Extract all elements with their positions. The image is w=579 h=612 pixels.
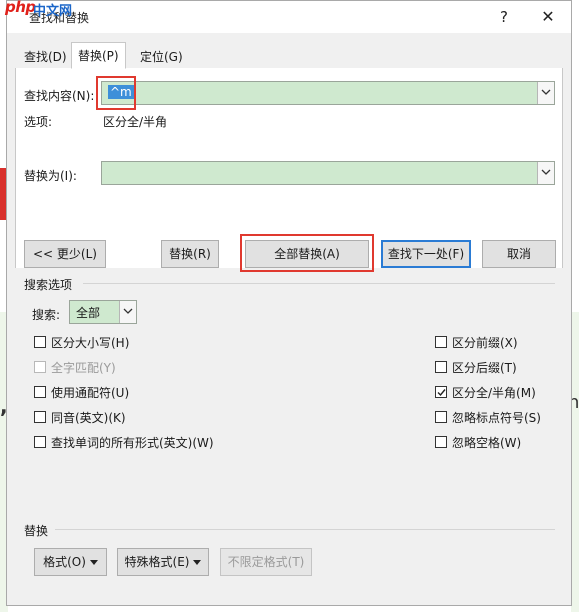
search-options-title: 搜索选项 bbox=[24, 278, 73, 292]
match-suffix-checkbox[interactable]: 区分后缀(T) bbox=[435, 359, 517, 375]
php-logo-icon: php bbox=[5, 0, 36, 16]
whole-word-checkbox: 全字匹配(Y) bbox=[34, 359, 116, 375]
find-combobox[interactable]: ^m bbox=[101, 81, 555, 105]
site-logo-text: 中文网 bbox=[33, 4, 73, 19]
cancel-button[interactable]: 取消 bbox=[482, 240, 556, 268]
find-next-button[interactable]: 查找下一处(F) bbox=[381, 240, 471, 268]
checkbox-box[interactable] bbox=[435, 436, 447, 448]
match-case-checkbox[interactable]: 区分大小写(H) bbox=[34, 334, 129, 350]
checkbox-box[interactable] bbox=[435, 386, 447, 398]
search-options-divider bbox=[83, 283, 555, 284]
checkbox-box[interactable] bbox=[435, 361, 447, 373]
caret-down-icon bbox=[89, 560, 98, 565]
replace-combobox[interactable] bbox=[101, 161, 555, 185]
replace-button[interactable]: 替换(R) bbox=[161, 240, 219, 268]
tab-find[interactable]: 查找(D) bbox=[17, 45, 74, 69]
special-format-button[interactable]: 特殊格式(E) bbox=[117, 548, 209, 576]
checkbox-box[interactable] bbox=[34, 386, 46, 398]
options-label: 选项: bbox=[24, 115, 53, 129]
search-direction-value: 全部 bbox=[76, 306, 101, 320]
wildcards-checkbox[interactable]: 使用通配符(U) bbox=[34, 384, 129, 400]
options-value: 区分全/半角 bbox=[103, 115, 168, 129]
find-label: 查找内容(N): bbox=[24, 89, 95, 103]
checkbox-box[interactable] bbox=[34, 436, 46, 448]
chevron-down-icon bbox=[541, 169, 551, 175]
find-highlight-box bbox=[96, 76, 136, 110]
close-button[interactable]: ✕ bbox=[533, 5, 563, 29]
ignore-punctuation-checkbox[interactable]: 忽略标点符号(S) bbox=[435, 409, 541, 425]
sounds-like-checkbox[interactable]: 同音(英文)(K) bbox=[34, 409, 126, 425]
chevron-down-icon bbox=[123, 308, 133, 314]
less-button[interactable]: << 更少(L) bbox=[24, 240, 106, 268]
no-formatting-button: 不限定格式(T) bbox=[220, 548, 312, 576]
background-document-right bbox=[571, 312, 579, 612]
checkbox-box[interactable] bbox=[435, 411, 447, 423]
replace-section-divider bbox=[55, 529, 555, 530]
search-direction-dropdown[interactable] bbox=[119, 301, 136, 323]
checkbox-box[interactable] bbox=[435, 336, 447, 348]
chevron-down-icon bbox=[541, 89, 551, 95]
replace-dropdown-button[interactable] bbox=[537, 162, 554, 184]
caret-down-icon bbox=[193, 560, 202, 565]
all-word-forms-checkbox[interactable]: 查找单词的所有形式(英文)(W) bbox=[34, 434, 214, 450]
checkmark-icon bbox=[437, 389, 446, 397]
search-direction-select[interactable]: 全部 bbox=[69, 300, 137, 324]
replace-all-highlight-box bbox=[240, 234, 374, 272]
checkbox-box[interactable] bbox=[34, 336, 46, 348]
find-replace-dialog: 查找和替换 php 中文网 ? ✕ 查找(D) 替换(P) 定位(G) 查找内容… bbox=[5, 0, 572, 606]
tab-replace[interactable]: 替换(P) bbox=[71, 42, 126, 69]
tab-goto[interactable]: 定位(G) bbox=[133, 45, 190, 69]
checkbox-box bbox=[34, 361, 46, 373]
match-prefix-checkbox[interactable]: 区分前缀(X) bbox=[435, 334, 518, 350]
format-button[interactable]: 格式(O) bbox=[34, 548, 107, 576]
ignore-space-checkbox[interactable]: 忽略空格(W) bbox=[435, 434, 521, 450]
title-bar: 查找和替换 php 中文网 ? ✕ bbox=[5, 0, 571, 33]
find-dropdown-button[interactable] bbox=[537, 82, 554, 104]
help-button[interactable]: ? bbox=[489, 5, 519, 29]
search-direction-label: 搜索: bbox=[32, 308, 61, 322]
match-width-checkbox[interactable]: 区分全/半角(M) bbox=[435, 384, 536, 400]
replace-label: 替换为(I): bbox=[24, 169, 77, 183]
checkbox-box[interactable] bbox=[34, 411, 46, 423]
replace-section-title: 替换 bbox=[24, 524, 49, 538]
